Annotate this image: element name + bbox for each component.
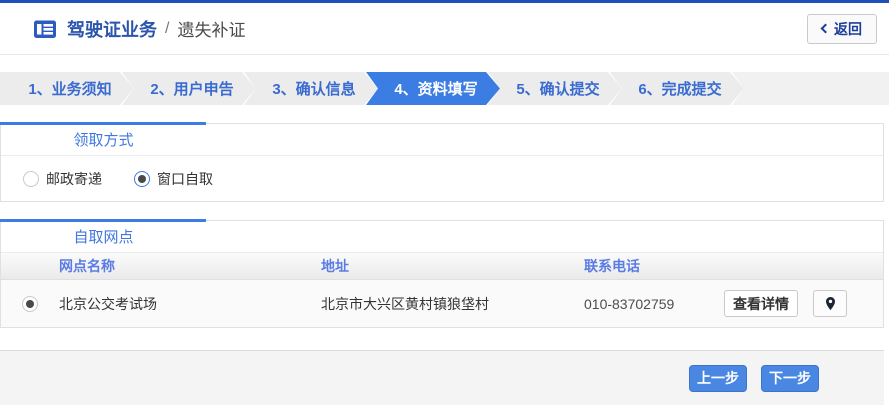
action-footer: 上一步 下一步 — [0, 350, 884, 405]
radio-checked-icon[interactable] — [134, 170, 150, 187]
page-header: 驾驶证业务 / 遗失补证 返回 — [0, 3, 889, 55]
page-title: 驾驶证业务 — [67, 19, 157, 40]
back-button-label: 返回 — [834, 20, 862, 37]
radio-unchecked-icon[interactable] — [23, 170, 39, 187]
previous-step-button[interactable]: 上一步 — [689, 364, 747, 392]
radio-option-postal-delivery[interactable]: 邮政寄递 — [23, 169, 102, 189]
next-step-button[interactable]: 下一步 — [761, 364, 819, 392]
view-details-button[interactable]: 查看详情 — [724, 290, 798, 317]
chevron-left-icon — [820, 23, 831, 34]
driver-license-service-page: 驾驶证业务 / 遗失补证 返回 1、业务须知 2、用户申告 3、确认信息 4、资… — [0, 0, 889, 405]
outlet-name: 北京公交考试场 — [59, 295, 157, 312]
pickup-outlets-header: 自取网点 — [1, 221, 883, 253]
step-3-confirm-info[interactable]: 3、确认信息 — [244, 72, 378, 105]
pickup-method-header: 领取方式 — [1, 124, 883, 156]
row-radio-checked-icon[interactable] — [22, 295, 38, 312]
pickup-method-options: 邮政寄递 窗口自取 — [1, 156, 883, 201]
step-progress-bar: 1、业务须知 2、用户申告 3、确认信息 4、资料填写 5、确认提交 6、完成提… — [0, 72, 889, 105]
breadcrumb-separator: / — [165, 19, 170, 37]
pickup-outlets-section: 自取网点 网点名称 地址 联系电话 北京公交考试场 北京市大兴区黄村镇狼垡村 0… — [0, 219, 884, 328]
map-pin-button[interactable] — [813, 290, 847, 317]
table-row[interactable]: 北京公交考试场 北京市大兴区黄村镇狼垡村 010-83702759 查看详情 — [1, 280, 883, 327]
row-radio-cell — [1, 295, 59, 312]
radio-option-window-pickup[interactable]: 窗口自取 — [134, 169, 213, 189]
step-4-fill-in-data[interactable]: 4、资料填写 — [366, 72, 500, 105]
outlets-table-header: 网点名称 地址 联系电话 — [1, 253, 883, 280]
map-pin-icon — [825, 296, 835, 311]
step-1-business-notice[interactable]: 1、业务须知 — [0, 72, 134, 105]
section-title-pickup-method: 领取方式 — [73, 132, 134, 149]
breadcrumb-current: 遗失补证 — [177, 21, 246, 40]
step-6-complete-submit[interactable]: 6、完成提交 — [610, 72, 744, 105]
step-5-confirm-submit[interactable]: 5、确认提交 — [488, 72, 622, 105]
radio-label: 窗口自取 — [157, 170, 213, 187]
outlet-phone: 010-83702759 — [584, 295, 675, 312]
column-header-name: 网点名称 — [59, 258, 115, 274]
step-2-user-declaration[interactable]: 2、用户申告 — [122, 72, 256, 105]
section-title-pickup-outlets: 自取网点 — [73, 229, 134, 246]
step-bar-filler — [732, 72, 889, 105]
row-actions: 查看详情 — [724, 290, 847, 317]
column-header-address: 地址 — [321, 258, 349, 274]
back-button[interactable]: 返回 — [807, 13, 877, 44]
pickup-method-section: 领取方式 邮政寄递 窗口自取 — [0, 122, 884, 202]
outlet-address: 北京市大兴区黄村镇狼垡村 — [321, 295, 489, 312]
radio-label: 邮政寄递 — [46, 170, 102, 187]
column-header-phone: 联系电话 — [584, 258, 640, 274]
license-card-icon — [33, 17, 57, 41]
